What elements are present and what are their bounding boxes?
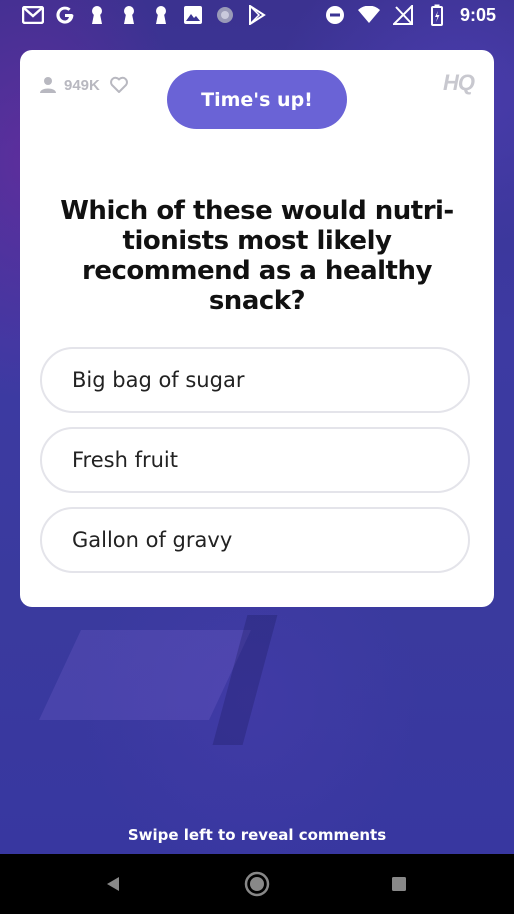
no-signal-icon [392, 4, 414, 26]
google-icon [54, 4, 76, 26]
answer-label: Big bag of sugar [72, 368, 245, 392]
answer-option[interactable]: Big bag of sugar [40, 347, 470, 413]
home-icon [244, 871, 270, 897]
back-button[interactable] [98, 869, 128, 899]
wifi-icon [357, 4, 380, 26]
battery-charging-icon [426, 4, 448, 26]
keyhole-icon [118, 4, 140, 26]
swipe-hint: Swipe left to reveal comments [127, 826, 387, 844]
person-icon [40, 77, 56, 93]
viewer-count: 949K [39, 76, 128, 94]
background-shape [39, 630, 251, 720]
answer-label: Fresh fruit [72, 448, 178, 472]
do-not-disturb-icon [324, 4, 346, 26]
clock: 9:05 [459, 4, 496, 25]
viewer-count-label: 949K [64, 76, 100, 94]
keyhole-icon [86, 4, 108, 26]
status-bar: 9:05 [0, 0, 514, 32]
question-text: Which of these would nutri-tionists most… [60, 196, 454, 316]
home-button[interactable] [242, 869, 272, 899]
back-icon [107, 877, 119, 891]
heart-icon[interactable] [109, 76, 128, 94]
recent-apps-icon [392, 877, 406, 891]
keyhole-icon [150, 4, 172, 26]
recent-apps-button[interactable] [384, 869, 414, 899]
answer-option[interactable]: Fresh fruit [40, 427, 470, 493]
timer-badge: Time's up! [167, 70, 347, 129]
answer-label: Gallon of gravy [72, 528, 233, 552]
play-store-icon [246, 4, 268, 26]
circle-icon [214, 4, 236, 26]
question-card: 949K Time's up! HQ Which of these would … [20, 50, 494, 607]
gmail-icon [22, 4, 44, 26]
navigation-bar [0, 854, 514, 914]
hq-logo: HQ [443, 70, 475, 95]
answer-option[interactable]: Gallon of gravy [40, 507, 470, 573]
image-icon [182, 4, 204, 26]
